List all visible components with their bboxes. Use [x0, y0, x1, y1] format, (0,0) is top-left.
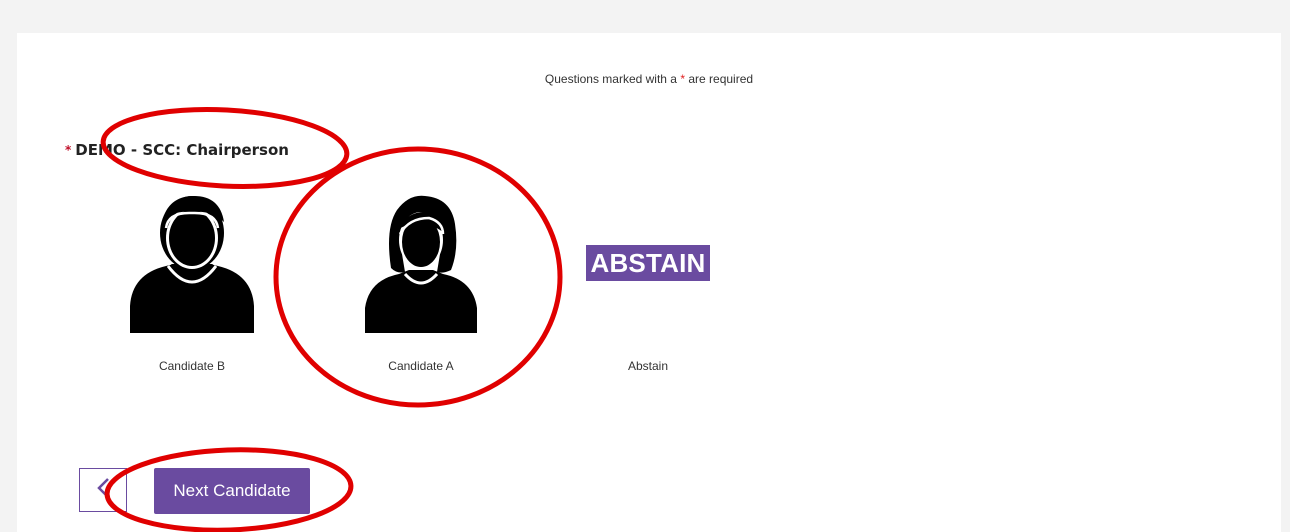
question-required-star: * — [65, 143, 72, 157]
question-title: * DEMO - SCC: Chairperson — [65, 141, 289, 159]
option-label: Candidate B — [158, 359, 226, 373]
next-candidate-button[interactable]: Next Candidate — [154, 468, 310, 514]
option-abstain[interactable]: ABSTAIN Abstain — [568, 188, 728, 378]
option-label: Abstain — [627, 359, 669, 373]
option-label: Candidate A — [388, 359, 454, 373]
required-note-prefix: Questions marked with a — [544, 72, 677, 86]
question-title-text: DEMO - SCC: Chairperson — [75, 141, 289, 159]
option-candidate-b[interactable]: Candidate B — [112, 188, 272, 378]
back-button[interactable] — [79, 468, 127, 512]
required-star: * — [680, 72, 685, 86]
abstain-badge: ABSTAIN — [586, 245, 710, 281]
female-avatar-icon — [341, 188, 501, 338]
male-avatar-icon — [112, 188, 272, 338]
option-candidate-a[interactable]: Candidate A — [341, 188, 501, 378]
required-note-suffix: are required — [688, 72, 754, 86]
chevron-left-icon — [95, 476, 111, 505]
survey-card: Questions marked with a * are required *… — [17, 33, 1281, 532]
abstain-image: ABSTAIN — [568, 188, 728, 338]
required-note: Questions marked with a * are required — [17, 72, 1281, 86]
